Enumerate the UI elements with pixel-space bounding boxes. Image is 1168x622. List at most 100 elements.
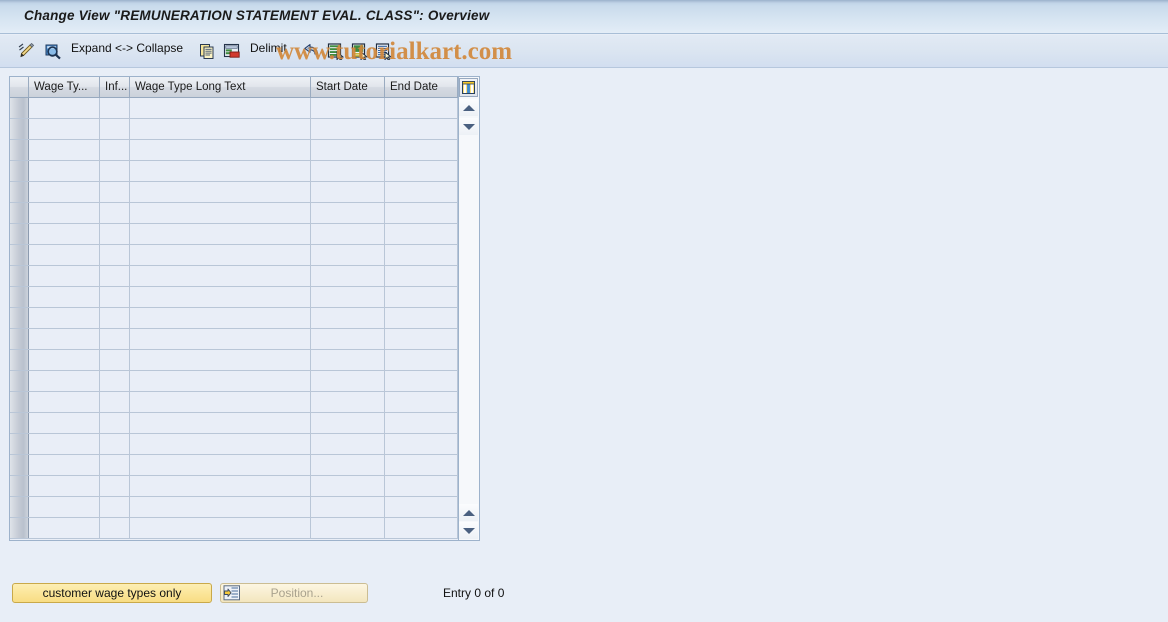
cell-start_date[interactable]: [311, 434, 385, 454]
cell-info[interactable]: [100, 497, 130, 517]
cell-start_date[interactable]: [311, 161, 385, 181]
cell-info[interactable]: [100, 287, 130, 307]
cell-end_date[interactable]: [385, 182, 458, 202]
cell-long_text[interactable]: [130, 476, 311, 496]
table-row[interactable]: [10, 98, 458, 119]
cell-start_date[interactable]: [311, 308, 385, 328]
row-selector-button[interactable]: [10, 224, 29, 244]
table-row[interactable]: [10, 119, 458, 140]
row-selector-button[interactable]: [10, 119, 29, 139]
cell-end_date[interactable]: [385, 392, 458, 412]
cell-info[interactable]: [100, 518, 130, 538]
row-selector-button[interactable]: [10, 182, 29, 202]
cell-wage_type[interactable]: [29, 266, 100, 286]
cell-start_date[interactable]: [311, 413, 385, 433]
scroll-page-down-arrow-icon[interactable]: [459, 522, 478, 539]
cell-start_date[interactable]: [311, 392, 385, 412]
cell-end_date[interactable]: [385, 98, 458, 118]
cell-end_date[interactable]: [385, 329, 458, 349]
cell-wage_type[interactable]: [29, 245, 100, 265]
cell-info[interactable]: [100, 434, 130, 454]
cell-wage_type[interactable]: [29, 203, 100, 223]
cell-wage_type[interactable]: [29, 98, 100, 118]
table-row[interactable]: [10, 413, 458, 434]
cell-wage_type[interactable]: [29, 392, 100, 412]
cell-start_date[interactable]: [311, 182, 385, 202]
cell-start_date[interactable]: [311, 224, 385, 244]
table-row[interactable]: [10, 371, 458, 392]
row-selector-button[interactable]: [10, 518, 29, 538]
delimit-button[interactable]: Delimit: [250, 41, 287, 55]
row-selector-button[interactable]: [10, 371, 29, 391]
select-detail-button[interactable]: [373, 39, 395, 63]
cell-long_text[interactable]: [130, 182, 311, 202]
row-selector-button[interactable]: [10, 266, 29, 286]
cell-info[interactable]: [100, 329, 130, 349]
cell-long_text[interactable]: [130, 518, 311, 538]
cell-long_text[interactable]: [130, 434, 311, 454]
cell-end_date[interactable]: [385, 350, 458, 370]
cell-long_text[interactable]: [130, 140, 311, 160]
column-header-end_date[interactable]: End Date: [385, 77, 458, 97]
cell-wage_type[interactable]: [29, 161, 100, 181]
cell-long_text[interactable]: [130, 287, 311, 307]
row-selector-button[interactable]: [10, 161, 29, 181]
table-row[interactable]: [10, 140, 458, 161]
table-row[interactable]: [10, 476, 458, 497]
scroll-down-arrow-icon[interactable]: [459, 118, 478, 135]
table-row[interactable]: [10, 434, 458, 455]
cell-info[interactable]: [100, 119, 130, 139]
table-row[interactable]: [10, 245, 458, 266]
row-selector-button[interactable]: [10, 308, 29, 328]
table-row[interactable]: [10, 161, 458, 182]
cell-long_text[interactable]: [130, 161, 311, 181]
cell-wage_type[interactable]: [29, 497, 100, 517]
cell-end_date[interactable]: [385, 245, 458, 265]
cell-wage_type[interactable]: [29, 350, 100, 370]
cell-info[interactable]: [100, 350, 130, 370]
column-header-long_text[interactable]: Wage Type Long Text: [130, 77, 311, 97]
cell-long_text[interactable]: [130, 350, 311, 370]
cell-info[interactable]: [100, 140, 130, 160]
display-details-button[interactable]: [42, 39, 64, 63]
cell-start_date[interactable]: [311, 371, 385, 391]
row-selector-button[interactable]: [10, 245, 29, 265]
row-selector-button[interactable]: [10, 476, 29, 496]
customer-wage-types-only-button[interactable]: customer wage types only: [12, 583, 212, 603]
vertical-scrollbar[interactable]: [458, 77, 479, 540]
table-row[interactable]: [10, 224, 458, 245]
cell-start_date[interactable]: [311, 497, 385, 517]
cell-end_date[interactable]: [385, 476, 458, 496]
cell-wage_type[interactable]: [29, 140, 100, 160]
cell-long_text[interactable]: [130, 119, 311, 139]
cell-info[interactable]: [100, 308, 130, 328]
row-selector-button[interactable]: [10, 329, 29, 349]
cell-wage_type[interactable]: [29, 518, 100, 538]
cell-long_text[interactable]: [130, 224, 311, 244]
row-selector-button[interactable]: [10, 497, 29, 517]
cell-end_date[interactable]: [385, 224, 458, 244]
cell-start_date[interactable]: [311, 119, 385, 139]
position-button[interactable]: Position...: [220, 583, 368, 603]
cell-info[interactable]: [100, 476, 130, 496]
cell-info[interactable]: [100, 455, 130, 475]
cell-wage_type[interactable]: [29, 182, 100, 202]
cell-info[interactable]: [100, 98, 130, 118]
cell-end_date[interactable]: [385, 434, 458, 454]
cell-long_text[interactable]: [130, 497, 311, 517]
deselect-all-button[interactable]: [349, 39, 371, 63]
cell-wage_type[interactable]: [29, 476, 100, 496]
cell-end_date[interactable]: [385, 203, 458, 223]
table-row[interactable]: [10, 266, 458, 287]
cell-info[interactable]: [100, 224, 130, 244]
cell-end_date[interactable]: [385, 266, 458, 286]
cell-start_date[interactable]: [311, 203, 385, 223]
cell-start_date[interactable]: [311, 98, 385, 118]
cell-long_text[interactable]: [130, 266, 311, 286]
select-all-button[interactable]: [325, 39, 347, 63]
cell-wage_type[interactable]: [29, 434, 100, 454]
cell-info[interactable]: [100, 203, 130, 223]
cell-end_date[interactable]: [385, 371, 458, 391]
cell-start_date[interactable]: [311, 455, 385, 475]
cell-end_date[interactable]: [385, 161, 458, 181]
